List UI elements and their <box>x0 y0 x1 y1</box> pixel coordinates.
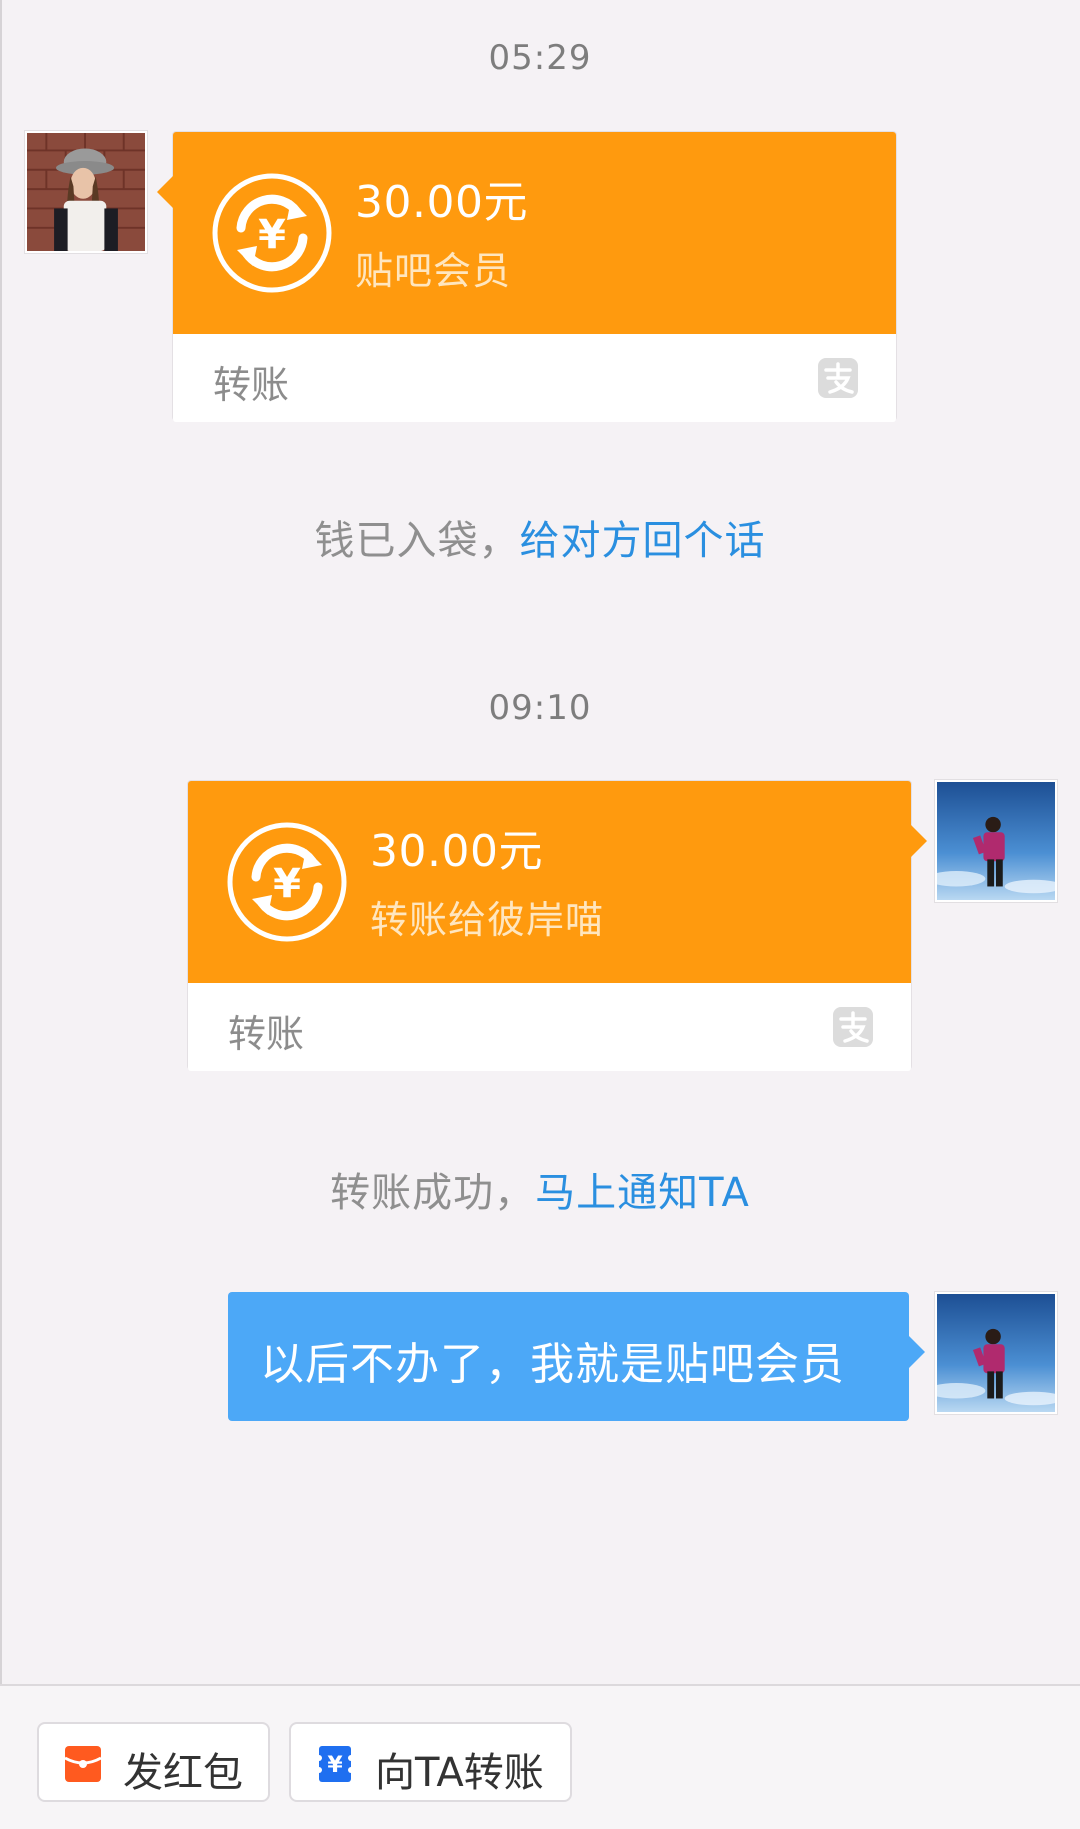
user-avatar[interactable] <box>935 780 1057 902</box>
bottom-action-bar: 发红包 ¥ 向TA转账 <box>0 1684 1080 1829</box>
timestamp-1: 05:29 <box>488 38 592 78</box>
timestamp-2: 09:10 <box>488 688 592 728</box>
svg-text:¥: ¥ <box>258 212 286 258</box>
chat-screen: 05:29 ¥ 30.00元 贴吧会员 转账 钱已入袋，给对方回个话 09:10… <box>0 0 1080 1829</box>
transfer-card-header: ¥ 30.00元 转账给彼岸喵 <box>188 781 911 983</box>
contact-avatar[interactable] <box>25 131 147 253</box>
transfer-card-footer: 转账 <box>173 334 896 422</box>
yen-transfer-icon: ¥ <box>315 1744 355 1784</box>
received-notice: 钱已入袋，给对方回个话 <box>0 508 1080 566</box>
message-text: 以后不办了，我就是贴吧会员 <box>260 1339 845 1390</box>
transfer-amount: 30.00元 <box>370 826 543 877</box>
user-avatar[interactable] <box>935 1292 1057 1414</box>
transfer-type-label: 转账 <box>228 1012 305 1056</box>
page-edge-divider <box>0 0 2 1684</box>
transfer-type-label: 转账 <box>213 363 290 407</box>
bubble-tail <box>911 825 927 857</box>
alipay-icon <box>818 358 858 398</box>
sent-notice-text: 转账成功， <box>330 1170 536 1216</box>
transfer-card-footer: 转账 <box>188 983 911 1071</box>
contact-avatar-image <box>27 133 145 251</box>
red-packet-label: 发红包 <box>123 1750 243 1796</box>
yen-exchange-icon: ¥ <box>211 172 333 294</box>
transfer-note: 转账给彼岸喵 <box>370 898 605 942</box>
svg-text:¥: ¥ <box>273 861 301 907</box>
received-notice-text: 钱已入袋， <box>314 518 520 564</box>
sent-notice: 转账成功，马上通知TA <box>0 1160 1080 1218</box>
sent-text-bubble[interactable]: 以后不办了，我就是贴吧会员 <box>228 1292 925 1421</box>
notify-link[interactable]: 马上通知TA <box>535 1170 750 1216</box>
bubble-tail <box>909 1336 925 1368</box>
user-avatar-image <box>937 782 1055 900</box>
alipay-icon <box>833 1007 873 1047</box>
red-packet-button[interactable]: 发红包 <box>37 1722 270 1802</box>
user-avatar-image <box>937 1294 1055 1412</box>
yen-exchange-icon: ¥ <box>226 821 348 943</box>
red-packet-icon <box>63 1744 103 1784</box>
sent-transfer-card[interactable]: ¥ 30.00元 转账给彼岸喵 转账 <box>187 780 927 1071</box>
transfer-amount: 30.00元 <box>355 177 528 228</box>
transfer-card-header: ¥ 30.00元 贴吧会员 <box>173 132 896 334</box>
svg-text:¥: ¥ <box>327 1753 343 1778</box>
reply-link[interactable]: 给对方回个话 <box>520 518 766 564</box>
transfer-note: 贴吧会员 <box>355 249 512 293</box>
bubble-tail <box>157 176 173 208</box>
transfer-to-user-button[interactable]: ¥ 向TA转账 <box>289 1722 572 1802</box>
transfer-button-label: 向TA转账 <box>375 1750 544 1796</box>
received-transfer-card[interactable]: ¥ 30.00元 贴吧会员 转账 <box>157 131 897 422</box>
